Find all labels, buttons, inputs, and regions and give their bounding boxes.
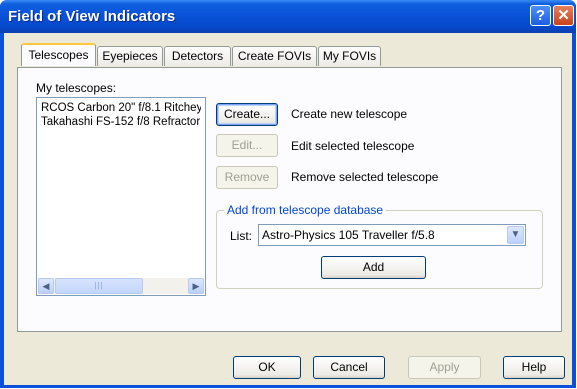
create-telescope-button[interactable]: Create... bbox=[216, 103, 278, 126]
ok-button[interactable]: OK bbox=[233, 356, 301, 379]
cancel-button[interactable]: Cancel bbox=[313, 356, 385, 379]
tab-create-fovis[interactable]: Create FOVIs bbox=[232, 46, 317, 66]
title-bar[interactable]: Field of View Indicators ? ✕ bbox=[0, 0, 576, 33]
scroll-thumb[interactable]: ||| bbox=[55, 278, 143, 294]
scroll-left-icon[interactable]: ◀ bbox=[38, 278, 54, 294]
add-telescope-button[interactable]: Add bbox=[321, 256, 426, 279]
edit-telescope-desc: Edit selected telescope bbox=[291, 139, 415, 153]
window-frame-bottom bbox=[0, 385, 576, 388]
telescope-database-select[interactable]: Astro-Physics 105 Traveller f/5.8 ▼ bbox=[258, 224, 526, 246]
selected-telescope: Astro-Physics 105 Traveller f/5.8 bbox=[262, 228, 435, 242]
window-title: Field of View Indicators bbox=[8, 8, 176, 25]
tab-eyepieces[interactable]: Eyepieces bbox=[97, 46, 163, 66]
help-title-button[interactable]: ? bbox=[530, 5, 551, 26]
tab-detectors[interactable]: Detectors bbox=[164, 46, 231, 66]
list-item[interactable]: RCOS Carbon 20" f/8.1 Ritchey-Chretien bbox=[41, 102, 201, 114]
list-item[interactable]: Takahashi FS-152 f/8 Refractor bbox=[41, 116, 201, 128]
tab-telescopes[interactable]: Telescopes bbox=[21, 43, 96, 66]
window-frame-right bbox=[572, 33, 576, 388]
horizontal-scrollbar[interactable]: ◀ ||| ▶ bbox=[38, 278, 204, 294]
create-telescope-desc: Create new telescope bbox=[291, 107, 408, 121]
edit-telescope-button[interactable]: Edit... bbox=[216, 134, 278, 157]
help-button[interactable]: Help bbox=[503, 356, 565, 379]
my-telescopes-label: My telescopes: bbox=[36, 81, 117, 95]
apply-button[interactable]: Apply bbox=[408, 356, 481, 379]
list-label: List: bbox=[230, 229, 253, 243]
remove-telescope-desc: Remove selected telescope bbox=[291, 170, 439, 184]
chevron-down-icon[interactable]: ▼ bbox=[507, 226, 524, 244]
scroll-right-icon[interactable]: ▶ bbox=[188, 278, 204, 294]
close-icon[interactable]: ✕ bbox=[553, 5, 574, 26]
telescope-listbox[interactable]: RCOS Carbon 20" f/8.1 Ritchey-Chretien T… bbox=[36, 97, 206, 296]
remove-telescope-button[interactable]: Remove bbox=[216, 166, 278, 189]
tab-my-fovis[interactable]: My FOVIs bbox=[318, 46, 381, 66]
group-title: Add from telescope database bbox=[224, 203, 387, 217]
